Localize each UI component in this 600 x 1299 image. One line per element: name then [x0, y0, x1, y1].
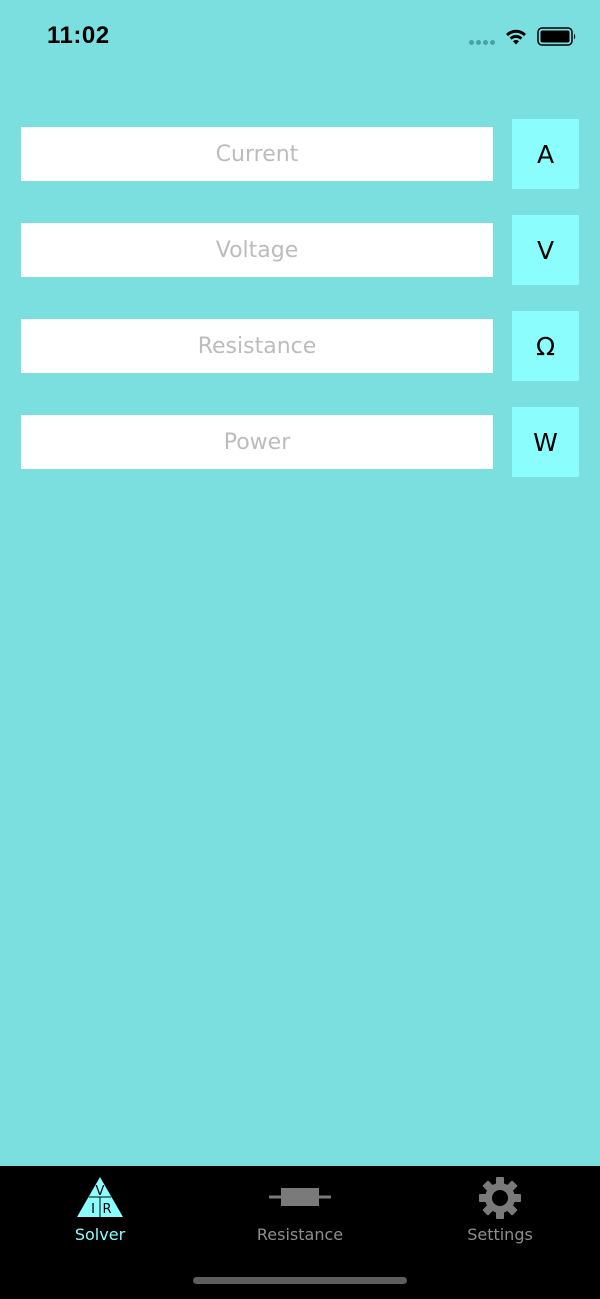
current-row: A [21, 119, 579, 189]
resistance-row: Ω [21, 311, 579, 381]
status-bar: 11:02 [0, 0, 600, 80]
current-input[interactable] [21, 127, 493, 181]
status-time: 11:02 [47, 22, 110, 49]
triangle-letter-r: R [102, 1202, 111, 1217]
power-row: W [21, 407, 579, 477]
current-unit-button[interactable]: A [512, 119, 579, 189]
voltage-unit-button[interactable]: V [512, 215, 579, 285]
gear-icon [479, 1177, 521, 1219]
triangle-letter-v: V [96, 1184, 105, 1199]
signal-dots-icon [469, 40, 497, 46]
vir-triangle-icon: V I R [77, 1177, 123, 1217]
power-input[interactable] [21, 415, 493, 469]
tab-resistance[interactable]: Resistance [200, 1166, 400, 1256]
tab-solver-label: Solver [74, 1225, 126, 1244]
tab-bar: V I R Solver Resistance Settings [0, 1166, 600, 1299]
triangle-letter-i: I [91, 1202, 95, 1217]
tab-settings[interactable]: Settings [400, 1166, 600, 1256]
tab-settings-label: Settings [467, 1225, 533, 1244]
voltage-row: V [21, 215, 579, 285]
resistor-icon [269, 1188, 331, 1206]
voltage-input[interactable] [21, 223, 493, 277]
resistance-input[interactable] [21, 319, 493, 373]
tab-resistance-label: Resistance [256, 1225, 344, 1244]
tab-solver[interactable]: V I R Solver [0, 1166, 200, 1256]
wifi-icon [506, 29, 526, 45]
power-unit-button[interactable]: W [512, 407, 579, 477]
home-indicator[interactable] [193, 1277, 407, 1284]
battery-icon [537, 27, 576, 46]
resistance-unit-button[interactable]: Ω [512, 311, 579, 381]
